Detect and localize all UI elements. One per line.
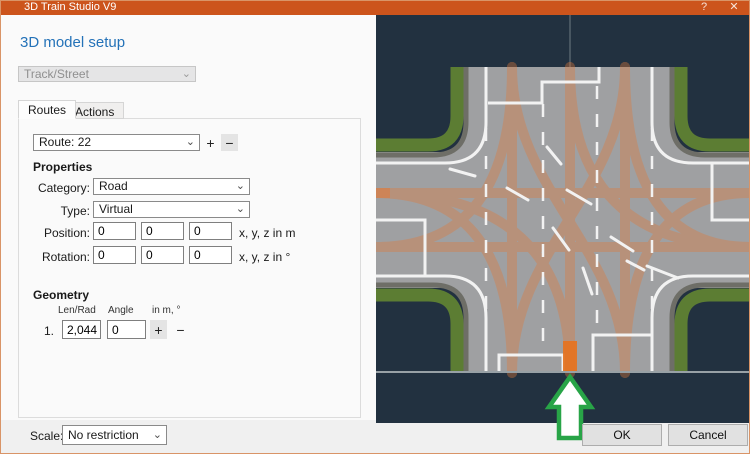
chevron-down-icon: ⌄ xyxy=(235,203,245,215)
rotation-x-field[interactable] xyxy=(93,246,136,264)
rotation-z-field[interactable] xyxy=(189,246,232,264)
grass-verges xyxy=(376,67,750,373)
close-icon[interactable]: ✕ xyxy=(722,0,746,15)
cancel-button[interactable]: Cancel xyxy=(668,424,748,446)
curb-bands xyxy=(376,67,750,373)
remove-geometry-segment-button[interactable]: − xyxy=(172,320,189,339)
category-value: Road xyxy=(99,179,128,193)
add-route-button[interactable]: + xyxy=(202,134,219,151)
position-z-field[interactable] xyxy=(189,222,232,240)
type-value: Virtual xyxy=(99,202,133,216)
position-unit-label: x, y, z in m xyxy=(239,226,296,240)
lane-direction-marks xyxy=(448,145,680,296)
route-endpoint-marker xyxy=(376,188,390,198)
position-x-field[interactable] xyxy=(93,222,136,240)
page-title: 3D model setup xyxy=(20,34,126,51)
geometry-angle-field[interactable] xyxy=(107,320,146,339)
selected-route-segment[interactable] xyxy=(563,341,577,373)
type-label: Type: xyxy=(60,204,90,218)
rotation-label: Rotation: xyxy=(41,250,90,264)
titlebar: 3D Train Studio V9 ? ✕ xyxy=(0,0,750,15)
tab-routes[interactable]: Routes xyxy=(18,100,77,119)
geometry-col-angle: Angle xyxy=(108,305,134,316)
type-dropdown[interactable]: Virtual ⌄ xyxy=(93,201,250,218)
category-dropdown[interactable]: Road ⌄ xyxy=(93,178,250,195)
dialog-window: 3D Train Studio V9 ? ✕ 3D model setup Tr… xyxy=(0,0,750,454)
geometry-col-lenrad: Len/Rad xyxy=(58,305,96,316)
chevron-down-icon: ⌄ xyxy=(185,136,195,148)
stop-lines xyxy=(376,67,750,373)
geometry-section-title: Geometry xyxy=(33,288,90,302)
lane-divider-dashes xyxy=(484,86,654,352)
geometry-row-index: 1. xyxy=(44,324,55,338)
ok-button[interactable]: OK xyxy=(582,424,662,446)
category-label: Category: xyxy=(37,181,90,195)
preview-background xyxy=(376,15,750,423)
geometry-lenrad-field[interactable] xyxy=(62,320,101,339)
model-type-dropdown[interactable]: Track/Street ⌄ xyxy=(18,66,196,82)
scale-dropdown[interactable]: No restriction ⌄ xyxy=(62,425,167,445)
model-preview-viewport[interactable] xyxy=(376,15,750,454)
help-icon[interactable]: ? xyxy=(692,0,716,15)
road-surface xyxy=(376,67,750,373)
position-label: Position: xyxy=(43,226,90,240)
rotation-y-field[interactable] xyxy=(141,246,184,264)
geometry-col-unit: in m, ° xyxy=(152,305,181,316)
route-select-value: Route: 22 xyxy=(39,135,92,149)
add-geometry-segment-button[interactable]: + xyxy=(150,320,167,339)
road-edge-lines xyxy=(376,67,750,373)
route-overlay xyxy=(376,62,750,378)
rotation-unit-label: x, y, z in ° xyxy=(239,250,291,264)
remove-route-button[interactable]: − xyxy=(221,134,238,151)
chevron-down-icon: ⌄ xyxy=(152,429,162,441)
properties-section-title: Properties xyxy=(33,160,93,174)
scale-value: No restriction xyxy=(68,428,139,442)
scale-label: Scale: xyxy=(30,429,64,443)
model-type-value: Track/Street xyxy=(24,67,89,81)
window-title: 3D Train Studio V9 xyxy=(24,1,117,13)
route-select-dropdown[interactable]: Route: 22 ⌄ xyxy=(33,134,200,151)
position-y-field[interactable] xyxy=(141,222,184,240)
chevron-down-icon: ⌄ xyxy=(235,180,245,192)
chevron-down-icon: ⌄ xyxy=(181,68,191,80)
